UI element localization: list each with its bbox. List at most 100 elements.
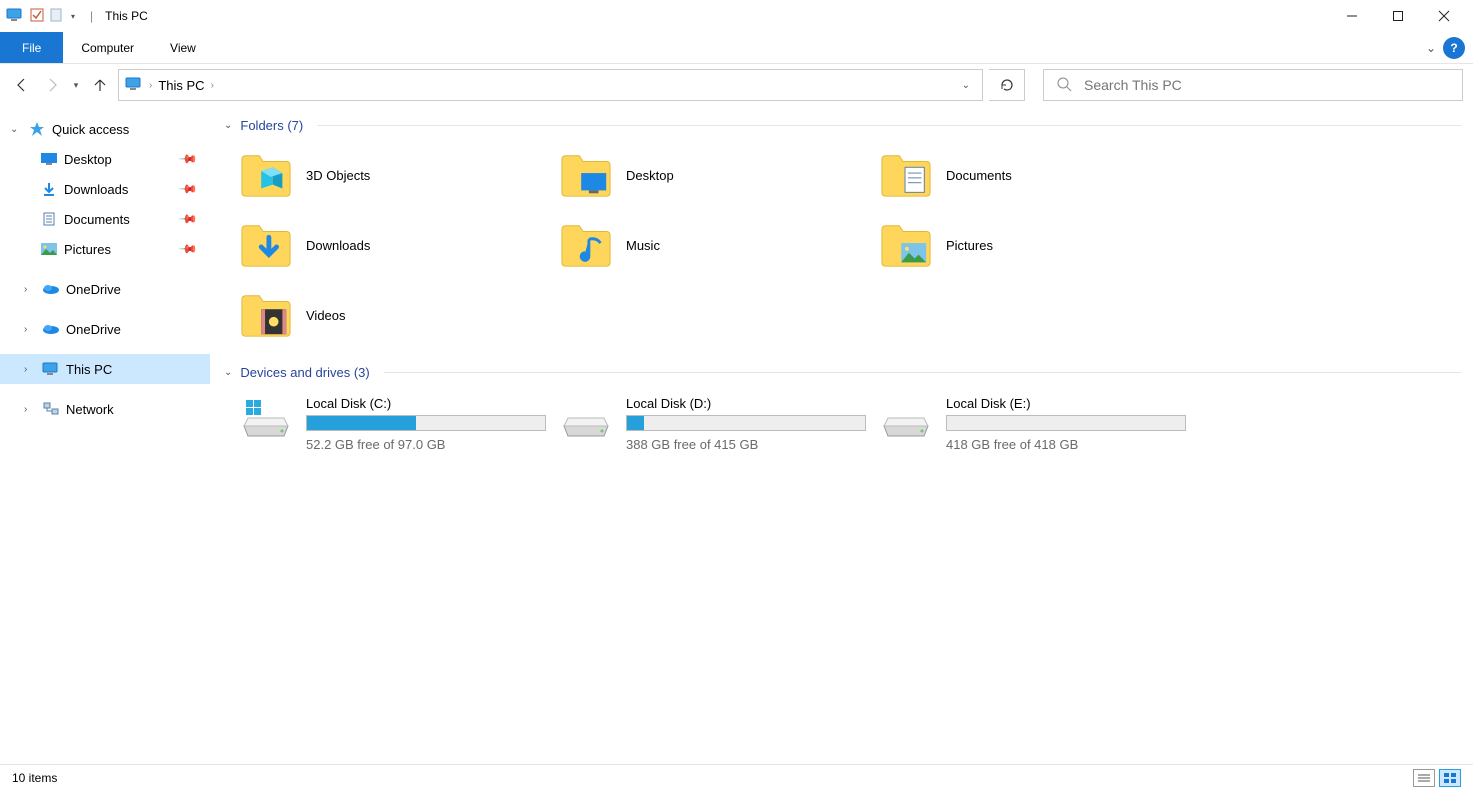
group-drives-header[interactable]: ⌄ Devices and drives (3) [210, 365, 1473, 380]
folder-item[interactable]: Music [560, 219, 880, 271]
ribbon-expand-icon[interactable]: ⌄ [1419, 32, 1443, 63]
folder-label: Videos [306, 308, 346, 323]
content-pane: ⌄ Folders (7) 3D Objects Desktop Documents… [210, 106, 1473, 764]
downloads-icon [40, 180, 58, 198]
group-folders-header[interactable]: ⌄ Folders (7) [210, 118, 1473, 133]
folder-label: 3D Objects [306, 168, 370, 183]
up-button[interactable] [88, 73, 112, 97]
drive-name: Local Disk (D:) [626, 396, 866, 411]
titlebar: ▾ | This PC [0, 0, 1473, 32]
folder-label: Pictures [946, 238, 993, 253]
refresh-button[interactable] [989, 69, 1025, 101]
pin-icon: 📌 [178, 149, 198, 169]
drive-item[interactable]: Local Disk (D:) 388 GB free of 415 GB [560, 396, 880, 452]
tree-label: Pictures [64, 242, 111, 257]
tree-onedrive[interactable]: › OneDrive [0, 274, 210, 304]
network-icon [42, 400, 60, 418]
tree-quick-access[interactable]: ⌄ Quick access [0, 114, 210, 144]
drive-icon [560, 396, 612, 442]
address-bar[interactable]: › This PC › ⌄ [118, 69, 983, 101]
drive-usage-bar [946, 415, 1186, 431]
tree-network[interactable]: › Network [0, 394, 210, 424]
maximize-button[interactable] [1375, 0, 1421, 32]
chevron-right-icon[interactable]: › [24, 404, 36, 415]
chevron-right-icon[interactable]: › [24, 284, 36, 295]
folder-label: Music [626, 238, 660, 253]
address-dropdown-icon[interactable]: ⌄ [956, 80, 976, 91]
tree-qa-documents[interactable]: Documents 📌 [0, 204, 210, 234]
drive-name: Local Disk (C:) [306, 396, 546, 411]
tab-computer[interactable]: Computer [63, 32, 152, 63]
tree-label: Quick access [52, 122, 129, 137]
chevron-right-icon[interactable]: › [211, 80, 214, 91]
status-bar: 10 items [0, 764, 1473, 790]
chevron-down-icon[interactable]: ⌄ [224, 120, 232, 131]
pin-icon: 📌 [178, 179, 198, 199]
close-button[interactable] [1421, 0, 1467, 32]
navbar: ▾ › This PC › ⌄ [0, 64, 1473, 106]
folder-icon [240, 221, 292, 269]
tree-label: Documents [64, 212, 130, 227]
help-button[interactable]: ? [1443, 37, 1465, 59]
folder-item[interactable]: Videos [240, 289, 560, 341]
minimize-button[interactable] [1329, 0, 1375, 32]
documents-icon [40, 210, 58, 228]
chevron-right-icon[interactable]: › [149, 80, 152, 91]
qat-dropdown-icon[interactable]: ▾ [68, 12, 78, 21]
search-input[interactable] [1084, 77, 1450, 93]
tree-this-pc[interactable]: › This PC [0, 354, 210, 384]
chevron-right-icon[interactable]: › [24, 324, 36, 335]
onedrive-icon [42, 280, 60, 298]
folder-item[interactable]: 3D Objects [240, 149, 560, 201]
folder-icon [880, 221, 932, 269]
pin-icon: 📌 [178, 209, 198, 229]
folder-item[interactable]: Desktop [560, 149, 880, 201]
chevron-right-icon[interactable]: › [24, 364, 36, 375]
recent-dropdown-icon[interactable]: ▾ [70, 73, 82, 97]
quick-access-icon [28, 120, 46, 138]
folder-label: Desktop [626, 168, 674, 183]
view-details-button[interactable] [1413, 769, 1435, 787]
tree-label: Downloads [64, 182, 128, 197]
drive-free-text: 52.2 GB free of 97.0 GB [306, 437, 546, 452]
tree-label: Network [66, 402, 114, 417]
breadcrumb-this-pc[interactable]: This PC [158, 78, 204, 93]
back-button[interactable] [10, 73, 34, 97]
tab-view[interactable]: View [152, 32, 214, 63]
folder-label: Downloads [306, 238, 370, 253]
desktop-icon [40, 150, 58, 168]
view-tiles-button[interactable] [1439, 769, 1461, 787]
folder-item[interactable]: Documents [880, 149, 1200, 201]
folder-icon [240, 291, 292, 339]
tree-qa-pictures[interactable]: Pictures 📌 [0, 234, 210, 264]
tree-onedrive[interactable]: › OneDrive [0, 314, 210, 344]
tree-label: This PC [66, 362, 112, 377]
folder-label: Documents [946, 168, 1012, 183]
nav-tree: ⌄ Quick access Desktop 📌 Downloads 📌 Doc… [0, 106, 210, 764]
tab-file[interactable]: File [0, 32, 63, 63]
qat-checkbox-icon[interactable] [30, 8, 44, 25]
chevron-down-icon[interactable]: ⌄ [224, 367, 232, 378]
pin-icon: 📌 [178, 239, 198, 259]
status-item-count: 10 items [12, 771, 57, 785]
search-box[interactable] [1043, 69, 1463, 101]
drive-name: Local Disk (E:) [946, 396, 1186, 411]
group-label: Devices and drives (3) [240, 365, 369, 380]
drive-item[interactable]: Local Disk (E:) 418 GB free of 418 GB [880, 396, 1200, 452]
drive-icon [880, 396, 932, 442]
folder-icon [240, 151, 292, 199]
folder-item[interactable]: Downloads [240, 219, 560, 271]
chevron-down-icon[interactable]: ⌄ [10, 124, 22, 135]
forward-button[interactable] [40, 73, 64, 97]
folder-icon [560, 221, 612, 269]
folder-item[interactable]: Pictures [880, 219, 1200, 271]
drive-usage-bar [306, 415, 546, 431]
qat-doc-icon[interactable] [50, 8, 62, 25]
tree-qa-downloads[interactable]: Downloads 📌 [0, 174, 210, 204]
this-pc-icon [6, 8, 24, 25]
drive-item[interactable]: Local Disk (C:) 52.2 GB free of 97.0 GB [240, 396, 560, 452]
tree-qa-desktop[interactable]: Desktop 📌 [0, 144, 210, 174]
this-pc-icon [42, 360, 60, 378]
drive-free-text: 388 GB free of 415 GB [626, 437, 866, 452]
drive-free-text: 418 GB free of 418 GB [946, 437, 1186, 452]
